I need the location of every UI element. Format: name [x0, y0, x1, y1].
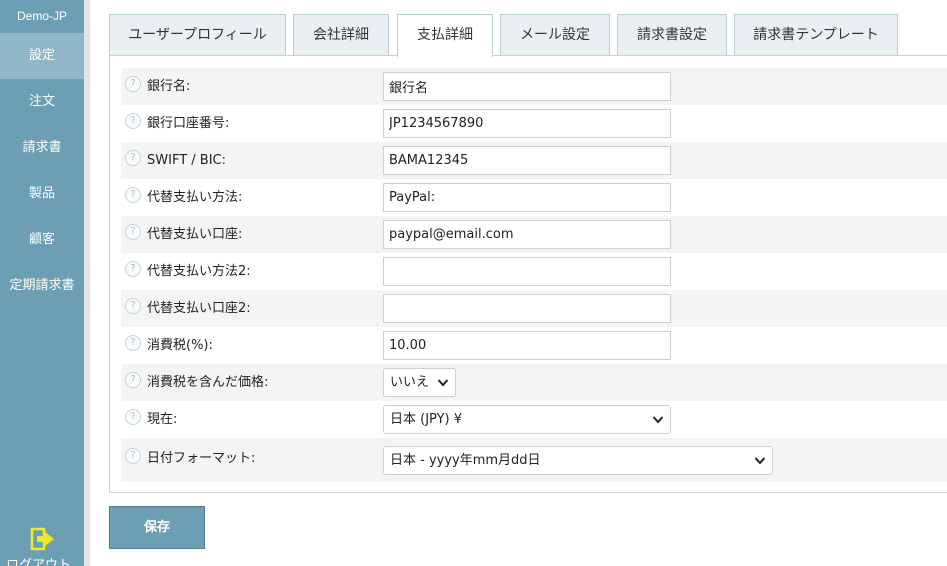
help-icon[interactable]: ?: [125, 298, 141, 314]
form-row-alt-payment-method-2: ? 代替支払い方法2:: [121, 253, 947, 290]
help-icon[interactable]: ?: [125, 113, 141, 129]
help-icon[interactable]: ?: [125, 409, 141, 425]
help-icon[interactable]: ?: [125, 261, 141, 277]
form-row-alt-payment-account-2: ? 代替支払い口座2:: [121, 290, 947, 327]
help-icon[interactable]: ?: [125, 372, 141, 388]
help-icon[interactable]: ?: [125, 335, 141, 351]
alt-payment-account-label: 代替支払い口座:: [147, 227, 243, 242]
sidebar-item-products[interactable]: 製品: [0, 171, 84, 217]
logout-icon: [30, 527, 54, 551]
tab-company-details[interactable]: 会社詳細: [293, 14, 389, 56]
tab-user-profile[interactable]: ユーザープロフィール: [109, 14, 286, 56]
tax-inclusive-value: いいえ: [390, 375, 430, 390]
form-row-bank-name: ? 銀行名:: [121, 68, 947, 105]
logout-button[interactable]: ログアウト: [0, 520, 84, 566]
alt-payment-method-label: 代替支払い方法:: [147, 190, 243, 205]
app-window: Demo-JP 設定 注文 請求書 製品 顧客 定期請求書 ログアウト ユーザー…: [0, 0, 947, 566]
alt-payment-account-2-label: 代替支払い口座2:: [147, 301, 251, 316]
bank-name-input[interactable]: [383, 72, 671, 101]
tab-invoice-settings[interactable]: 請求書設定: [617, 14, 727, 56]
tab-email-settings[interactable]: メール設定: [500, 14, 610, 56]
brand-name: Demo-JP: [16, 9, 67, 23]
chevron-down-icon: [652, 416, 664, 424]
help-icon[interactable]: ?: [125, 76, 141, 92]
help-icon[interactable]: ?: [125, 187, 141, 203]
sidebar: Demo-JP 設定 注文 請求書 製品 顧客 定期請求書 ログアウト: [0, 0, 84, 566]
help-icon[interactable]: ?: [125, 224, 141, 240]
date-format-value: 日本 - yyyy年mm月dd日: [390, 453, 541, 468]
help-icon[interactable]: ?: [125, 448, 141, 464]
alt-payment-method-input[interactable]: [383, 183, 671, 212]
alt-payment-method-2-input[interactable]: [383, 257, 671, 286]
alt-payment-account-input[interactable]: [383, 220, 671, 249]
tab-payment-details[interactable]: 支払詳細: [397, 14, 493, 57]
form-row-alt-payment-method: ? 代替支払い方法:: [121, 179, 947, 216]
settings-tabs: ユーザープロフィール 会社詳細 支払詳細 メール設定 請求書設定 請求書テンプレ…: [109, 14, 947, 57]
tax-rate-label: 消費税(%):: [147, 338, 213, 353]
date-format-select[interactable]: 日本 - yyyy年mm月dd日: [383, 446, 773, 475]
sidebar-divider: [84, 0, 90, 566]
tax-rate-input[interactable]: [383, 331, 671, 360]
currency-label: 現在:: [147, 412, 178, 427]
help-icon[interactable]: ?: [125, 150, 141, 166]
sidebar-item-customers[interactable]: 顧客: [0, 217, 84, 263]
bank-account-label: 銀行口座番号:: [147, 116, 230, 131]
date-format-label: 日付フォーマット:: [147, 451, 256, 466]
swift-label: SWIFT / BIC:: [147, 153, 226, 168]
alt-payment-account-2-input[interactable]: [383, 294, 671, 323]
bank-name-label: 銀行名:: [147, 79, 191, 94]
form-row-alt-payment-account: ? 代替支払い口座:: [121, 216, 947, 253]
sidebar-item-settings[interactable]: 設定: [0, 33, 84, 79]
chevron-down-icon: [754, 457, 766, 465]
form-row-swift: ? SWIFT / BIC:: [121, 142, 947, 179]
currency-value: 日本 (JPY) ¥: [390, 412, 463, 427]
currency-select[interactable]: 日本 (JPY) ¥: [383, 405, 671, 434]
form-row-currency: ? 現在: 日本 (JPY) ¥: [121, 401, 947, 438]
form-row-tax-inclusive: ? 消費税を含んだ価格: いいえ: [121, 364, 947, 401]
swift-input[interactable]: [383, 146, 671, 175]
sidebar-item-orders[interactable]: 注文: [0, 79, 84, 125]
logout-label: ログアウト: [6, 558, 72, 566]
form-row-tax-rate: ? 消費税(%):: [121, 327, 947, 364]
sidebar-item-invoices[interactable]: 請求書: [0, 125, 84, 171]
form-row-date-format: ? 日付フォーマット: 日本 - yyyy年mm月dd日: [121, 438, 947, 482]
save-button[interactable]: 保存: [109, 506, 205, 549]
chevron-down-icon: [437, 379, 449, 387]
sidebar-item-recurring-invoices[interactable]: 定期請求書: [0, 263, 84, 309]
tax-inclusive-select[interactable]: いいえ: [383, 368, 456, 397]
tab-invoice-template[interactable]: 請求書テンプレート: [734, 14, 898, 56]
tax-inclusive-label: 消費税を含んだ価格:: [147, 375, 269, 390]
bank-account-input[interactable]: [383, 109, 671, 138]
payment-details-panel: ? 銀行名: ? 銀行口座番号: ? SWIFT / BIC: ? 代替支払い方…: [109, 55, 947, 493]
alt-payment-method-2-label: 代替支払い方法2:: [147, 264, 251, 279]
form-row-bank-account: ? 銀行口座番号:: [121, 105, 947, 142]
